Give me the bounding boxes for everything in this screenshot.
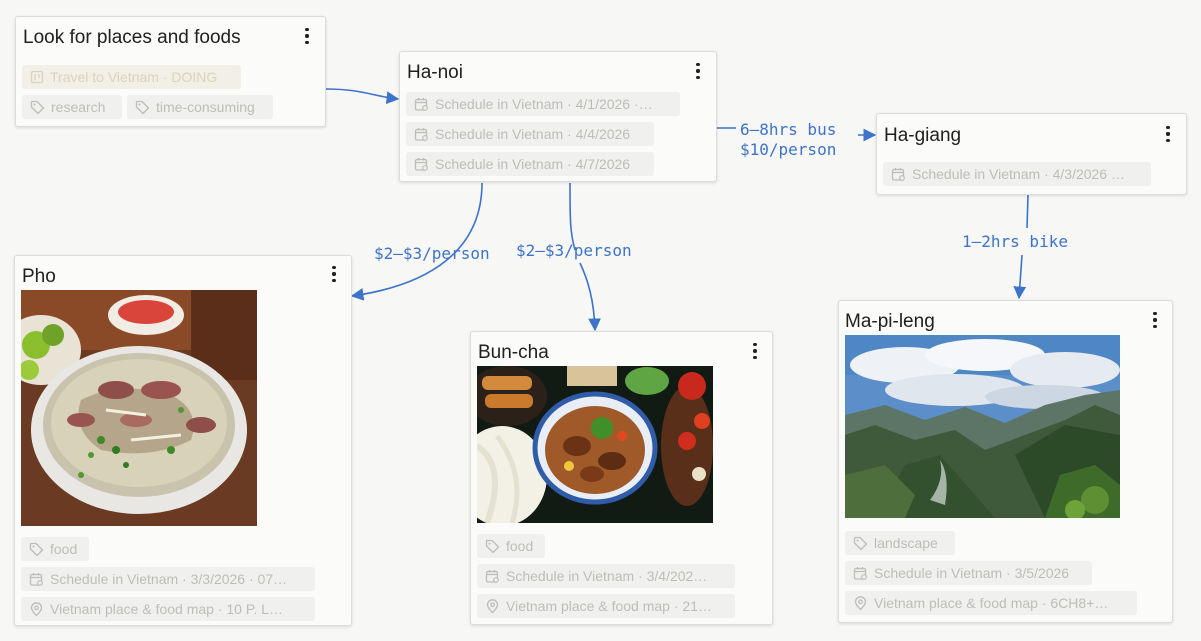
place-chip-label: Vietnam place & food map · 10 P. L…: [50, 601, 283, 617]
bun-cha-photo: [477, 366, 713, 523]
tag-chip-label: food: [50, 541, 78, 557]
card-title: Ha-giang: [884, 125, 962, 146]
place-chip-label: Vietnam place & food map · 6CH8+…: [874, 595, 1109, 611]
tag-chip-food[interactable]: food: [477, 534, 545, 558]
card-pho[interactable]: Pho food Schedule in Vietnam · 3/3/2026 …: [14, 255, 352, 626]
card-ma-pi-leng[interactable]: Ma-pi-leng landscape Schedule in Vietnam…: [838, 300, 1173, 623]
calendar-icon: [485, 569, 500, 584]
schedule-chip-label: Schedule in Vietnam · 3/4/202…: [506, 568, 708, 584]
calendar-icon: [853, 566, 868, 581]
edge-label-bus-price: $10/person: [740, 140, 837, 159]
board-icon: [30, 70, 44, 84]
tag-icon: [30, 100, 45, 115]
project-chip[interactable]: Travel to Vietnam · DOING: [22, 65, 241, 89]
card-bun-cha[interactable]: Bun-cha food Schedule in Vietnam · 3/4/2…: [470, 331, 773, 625]
card-look-for-places[interactable]: Look for places and foods Travel to Viet…: [15, 16, 326, 127]
tag-chip-landscape[interactable]: landscape: [845, 531, 955, 555]
calendar-icon: [29, 572, 44, 587]
calendar-icon: [414, 127, 429, 142]
place-chip-label: Vietnam place & food map · 21…: [506, 598, 712, 614]
tag-chip-label: time-consuming: [156, 99, 255, 115]
tag-icon: [29, 542, 44, 557]
tag-chip-label: food: [506, 538, 534, 554]
calendar-icon: [891, 167, 906, 182]
tag-chip-time-consuming[interactable]: time-consuming: [127, 95, 273, 119]
tag-chip-label: landscape: [874, 535, 938, 551]
calendar-icon: [414, 97, 429, 112]
calendar-icon: [414, 157, 429, 172]
more-vertical-icon[interactable]: [299, 25, 315, 47]
card-title: Pho: [22, 266, 56, 287]
tag-icon: [135, 100, 150, 115]
tag-chip-research[interactable]: research: [22, 95, 122, 119]
place-chip[interactable]: Vietnam place & food map · 10 P. L…: [21, 597, 315, 621]
more-vertical-icon[interactable]: [747, 340, 763, 362]
card-title: Ma-pi-leng: [845, 311, 935, 332]
tag-icon: [485, 539, 500, 554]
tag-chip-food[interactable]: food: [21, 537, 89, 561]
place-chip[interactable]: Vietnam place & food map · 21…: [477, 594, 735, 618]
mountain-landscape-photo: [845, 335, 1120, 518]
schedule-chip[interactable]: Schedule in Vietnam · 4/3/2026 …: [883, 162, 1151, 186]
edge-hanoi-to-pho[interactable]: [350, 182, 483, 301]
pho-soup-photo: [21, 290, 257, 526]
schedule-chip-label: Schedule in Vietnam · 4/1/2026 ·…: [435, 96, 653, 112]
card-ha-giang[interactable]: Ha-giang Schedule in Vietnam · 4/3/2026 …: [876, 113, 1187, 195]
edge-look-to-hanoi[interactable]: [324, 88, 400, 105]
schedule-chip[interactable]: Schedule in Vietnam · 4/1/2026 ·…: [406, 92, 680, 116]
tag-chip-label: research: [51, 99, 106, 115]
schedule-chip[interactable]: Schedule in Vietnam · 3/5/2026: [845, 561, 1092, 585]
tag-icon: [853, 536, 868, 551]
schedule-chip-label: Schedule in Vietnam · 4/7/2026: [435, 156, 631, 172]
card-title: Ha-noi: [407, 62, 463, 83]
edge-label-pho-price: $2–$3/person: [374, 244, 490, 263]
card-title: Look for places and foods: [23, 27, 241, 48]
map-pin-icon: [853, 595, 868, 611]
more-vertical-icon[interactable]: [1147, 309, 1163, 331]
schedule-chip[interactable]: Schedule in Vietnam · 4/4/2026: [406, 122, 654, 146]
schedule-chip-label: Schedule in Vietnam · 4/3/2026 …: [912, 166, 1125, 182]
more-vertical-icon[interactable]: [690, 60, 706, 82]
schedule-chip[interactable]: Schedule in Vietnam · 4/7/2026: [406, 152, 654, 176]
schedule-chip[interactable]: Schedule in Vietnam · 3/3/2026 · 07…: [21, 567, 315, 591]
map-pin-icon: [29, 601, 44, 617]
place-chip[interactable]: Vietnam place & food map · 6CH8+…: [845, 591, 1137, 615]
more-vertical-icon[interactable]: [1160, 123, 1176, 145]
map-pin-icon: [485, 598, 500, 614]
edge-label-bus: 6–8hrs bus: [740, 120, 837, 139]
schedule-chip-label: Schedule in Vietnam · 3/3/2026 · 07…: [50, 571, 288, 587]
card-ha-noi[interactable]: Ha-noi Schedule in Vietnam · 4/1/2026 ·……: [399, 51, 717, 182]
edge-label-buncha-price: $2–$3/person: [516, 241, 632, 260]
schedule-chip[interactable]: Schedule in Vietnam · 3/4/202…: [477, 564, 735, 588]
card-title: Bun-cha: [478, 342, 549, 363]
more-vertical-icon[interactable]: [326, 263, 342, 285]
schedule-chip-label: Schedule in Vietnam · 4/4/2026: [435, 126, 631, 142]
schedule-chip-label: Schedule in Vietnam · 3/5/2026: [874, 565, 1070, 581]
edge-label-bike: 1–2hrs bike: [962, 232, 1068, 251]
project-chip-label: Travel to Vietnam · DOING: [50, 69, 218, 85]
